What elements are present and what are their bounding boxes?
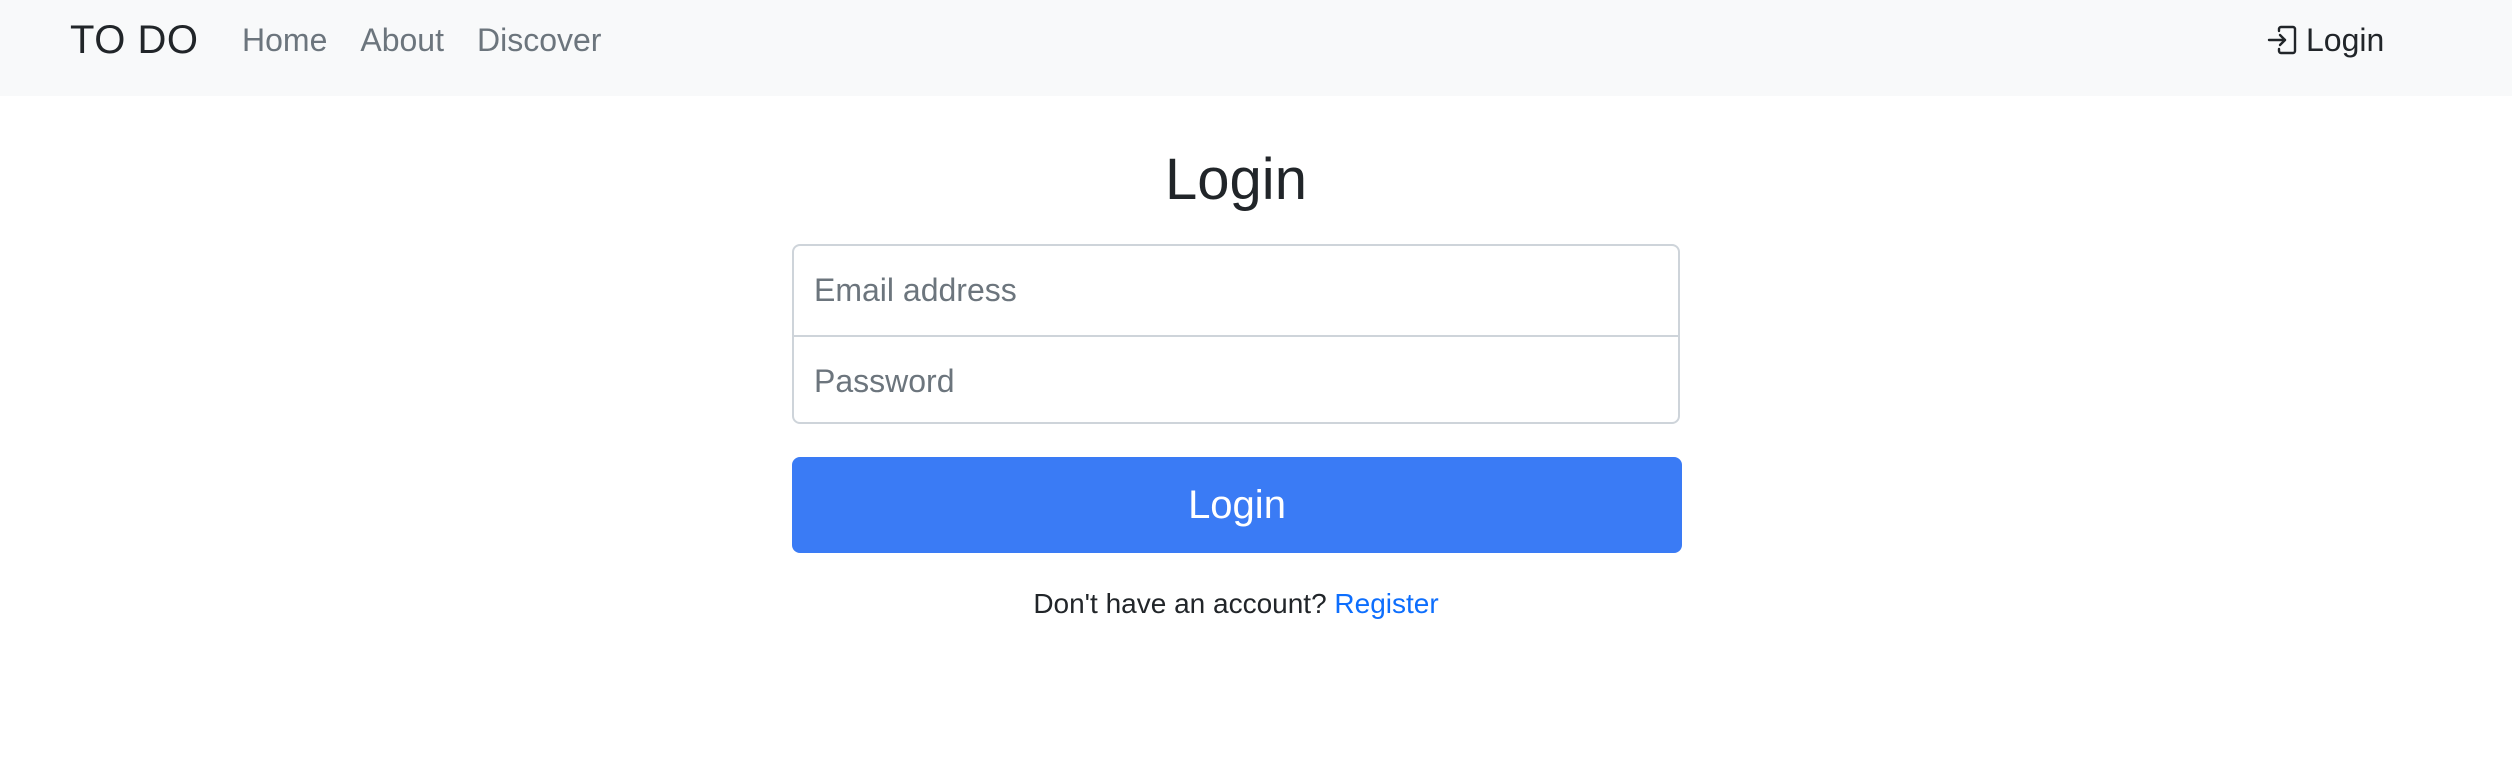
navbar: TO DO Home About Discover Login <box>0 0 2512 96</box>
page-title: Login <box>1165 147 1307 212</box>
nav-login-link[interactable]: Login <box>2266 0 2384 80</box>
nav-link-discover[interactable]: Discover <box>477 22 601 59</box>
nav-link-home[interactable]: Home <box>242 22 327 59</box>
email-field[interactable] <box>794 246 1678 335</box>
nav-login-label: Login <box>2306 21 2385 58</box>
login-form-fields <box>792 244 1680 424</box>
nav-links: Home About Discover <box>242 0 601 80</box>
nav-link-about[interactable]: About <box>360 22 444 59</box>
register-link[interactable]: Register <box>1334 588 1438 619</box>
register-prompt-text: Don't have an account? <box>1033 588 1335 619</box>
password-field[interactable] <box>794 337 1678 422</box>
brand-link[interactable]: TO DO <box>70 0 198 80</box>
register-prompt-line: Don't have an account? Register <box>0 584 2472 624</box>
login-submit-button[interactable]: Login <box>792 457 1682 553</box>
login-arrow-icon <box>2266 24 2298 56</box>
